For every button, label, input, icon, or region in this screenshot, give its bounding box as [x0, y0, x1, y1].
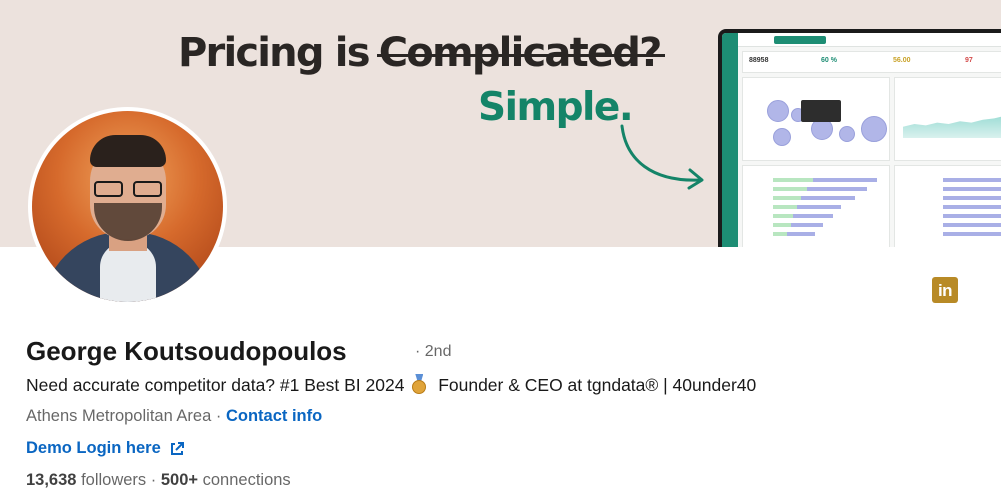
- connections-separator: ·: [150, 471, 161, 489]
- bubble-chart-panel: [742, 77, 890, 161]
- kpi-value: 60 %: [821, 57, 837, 64]
- profile-name: George Koutsoudopoulos: [26, 336, 347, 366]
- curved-arrow-icon: [620, 124, 704, 190]
- profile-headline: Need accurate competitor data? #1 Best B…: [26, 374, 756, 396]
- banner-headline: Pricing is Complicated?: [178, 30, 663, 76]
- followers-count: 13,638: [26, 471, 77, 489]
- headline-part2: Founder & CEO at tgndata® | 40under40: [438, 375, 757, 395]
- kpi-value: 88958: [749, 57, 769, 64]
- retailer-bars-panel: [894, 165, 1001, 247]
- connection-degree: · 2nd: [415, 343, 452, 360]
- area-chart-panel: [894, 77, 1001, 161]
- demo-login-link[interactable]: Demo Login here: [26, 439, 185, 458]
- profile-photo[interactable]: [28, 107, 227, 306]
- banner-headline-prefix: Pricing is: [178, 30, 371, 76]
- headline-part1: Need accurate competitor data? #1 Best B…: [26, 375, 405, 395]
- location-separator: ·: [211, 407, 226, 425]
- kpi-value: 56.00: [893, 57, 911, 64]
- dashboard-mockup: 88958 60 % 56.00 97: [718, 29, 1001, 247]
- external-link-icon: [170, 441, 184, 455]
- dashboard-sidebar: [722, 33, 738, 247]
- connections-label[interactable]: connections: [203, 471, 291, 489]
- location-row: Athens Metropolitan Area · Contact info: [26, 407, 322, 426]
- banner-tagline: Simple.: [478, 85, 634, 130]
- dashboard-kpi-row: 88958 60 % 56.00 97: [742, 51, 1001, 73]
- network-counts: 13,638 followers · 500+ connections: [26, 471, 291, 490]
- medal-icon: [411, 374, 427, 394]
- location: Athens Metropolitan Area: [26, 407, 212, 425]
- bar-chart-panel: [742, 165, 890, 247]
- dashboard-topbar: [738, 33, 1001, 47]
- dashboard-report-button: [774, 36, 826, 44]
- demo-link-label: Demo Login here: [26, 439, 161, 457]
- followers-label: followers: [81, 471, 147, 489]
- avatar: [32, 111, 223, 302]
- banner-headline-strike: Complicated?: [378, 30, 663, 76]
- connections-count[interactable]: 500+: [161, 471, 198, 489]
- contact-info-link[interactable]: Contact info: [226, 407, 322, 425]
- linkedin-icon[interactable]: in: [932, 277, 958, 303]
- kpi-value: 97: [965, 57, 973, 64]
